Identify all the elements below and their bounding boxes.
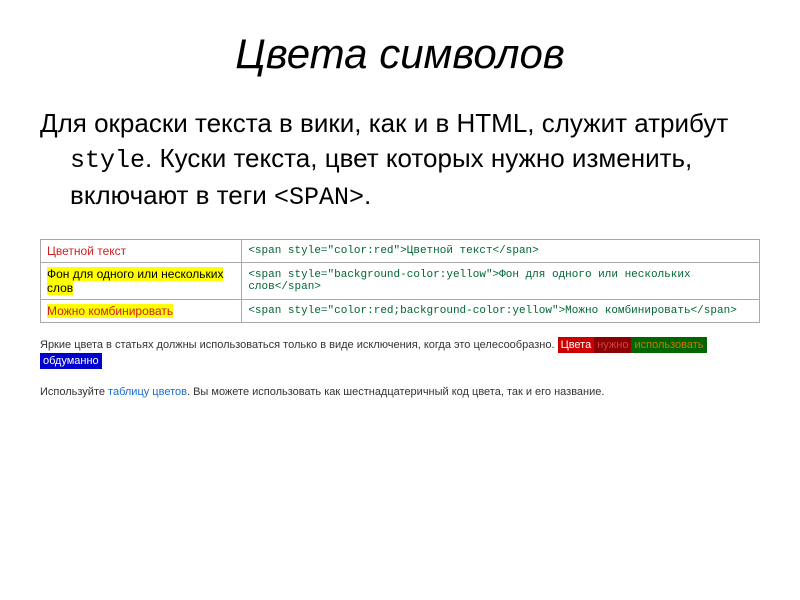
example-code-1: <span style="color:red">Цветной текст</s…	[242, 239, 760, 262]
colored-text-sample: Цветной текст	[47, 244, 126, 258]
note-1: Яркие цвета в статьях должны использоват…	[40, 337, 760, 370]
example-display-3: Можно комбинировать	[41, 299, 242, 322]
tag-span: <SPAN>	[274, 183, 364, 212]
table-row: Можно комбинировать <span style="color:r…	[41, 299, 760, 322]
table-row: Цветной текст <span style="color:red">Цв…	[41, 239, 760, 262]
attr-style: style	[70, 146, 145, 175]
color-table-link[interactable]: таблицу цветов	[108, 386, 187, 398]
para-part-1: Для окраски текста в вики, как и в HTML,…	[40, 108, 728, 138]
intro-paragraph: Для окраски текста в вики, как и в HTML,…	[40, 106, 760, 215]
badge-wisely: обдуманно	[40, 353, 102, 369]
note1-text: Яркие цвета в статьях должны использоват…	[40, 339, 558, 351]
badge-use: использовать	[631, 337, 706, 353]
note-2: Используйте таблицу цветов. Вы можете ис…	[40, 384, 760, 401]
example-display-1: Цветной текст	[41, 239, 242, 262]
note2-part1: Используйте	[40, 386, 108, 398]
para-part-3: .	[364, 180, 371, 210]
note2-part2: . Вы можете использовать как шестнадцате…	[187, 386, 604, 398]
slide-title: Цвета символов	[40, 30, 760, 78]
badge-need: нужно	[594, 337, 631, 353]
example-display-2: Фон для одного или нескольких слов	[41, 262, 242, 299]
combined-sample: Можно комбинировать	[47, 304, 173, 318]
table-row: Фон для одного или нескольких слов <span…	[41, 262, 760, 299]
badge-colors: Цвета	[558, 337, 595, 353]
example-code-2: <span style="background-color:yellow">Фо…	[242, 262, 760, 299]
para-part-2: . Куски текста, цвет которых нужно измен…	[70, 143, 692, 210]
example-code-3: <span style="color:red;background-color:…	[242, 299, 760, 322]
bg-text-sample: Фон для одного или нескольких слов	[47, 267, 223, 295]
examples-table: Цветной текст <span style="color:red">Цв…	[40, 239, 760, 323]
